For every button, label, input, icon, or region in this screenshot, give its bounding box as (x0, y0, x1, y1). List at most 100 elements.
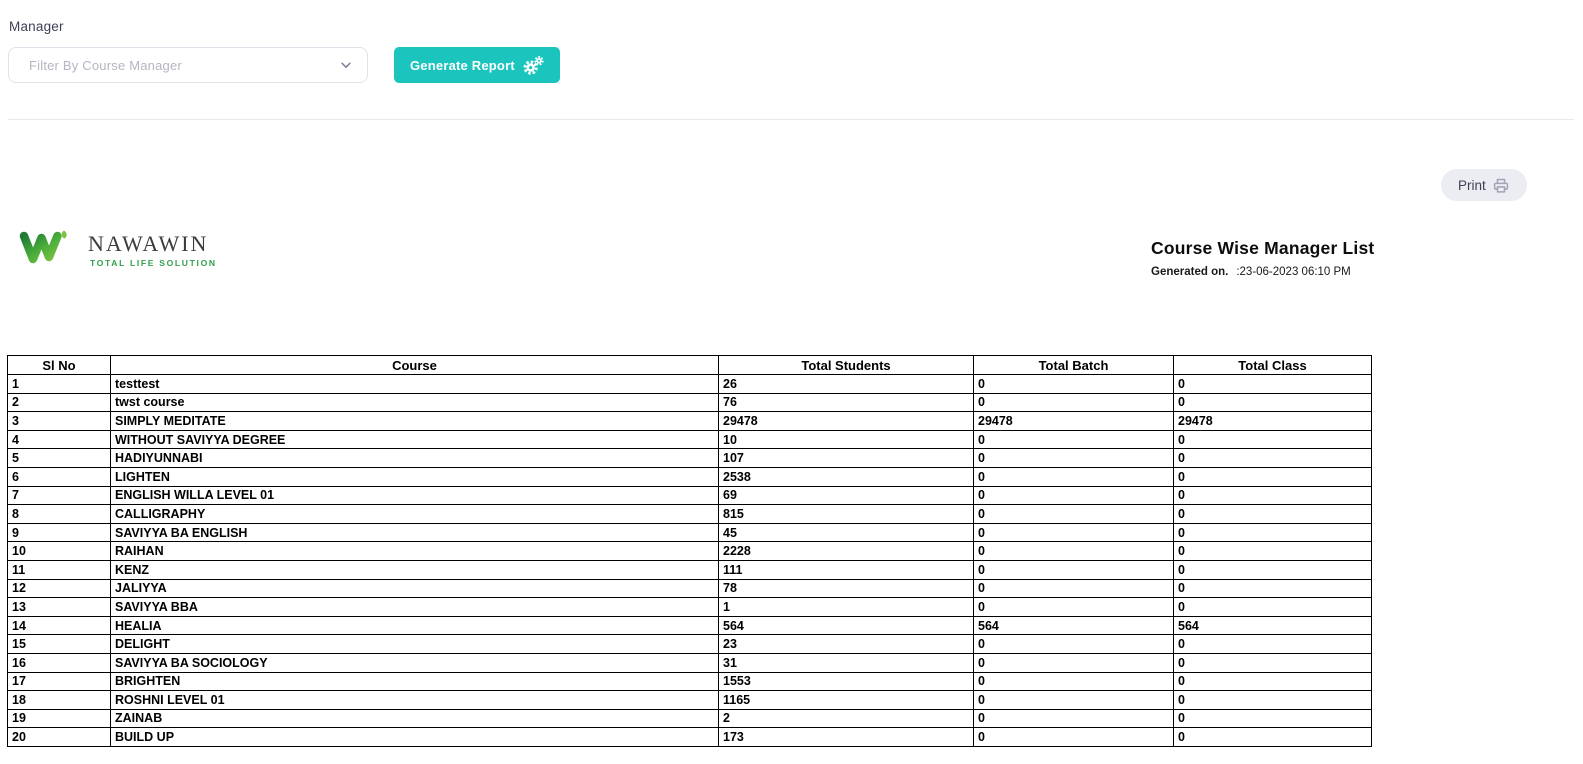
table-cell: ENGLISH WILLA LEVEL 01 (111, 486, 719, 505)
table-cell: 0 (1174, 375, 1372, 394)
table-row: 13SAVIYYA BBA100 (8, 598, 1372, 617)
table-cell: 0 (1174, 728, 1372, 747)
table-cell: 0 (974, 653, 1174, 672)
table-header-row: Sl No Course Total Students Total Batch … (8, 356, 1372, 375)
company-logo: NAWAWIN TOTAL LIFE SOLUTION (16, 225, 217, 269)
column-header-total-students: Total Students (719, 356, 974, 375)
printer-icon (1492, 177, 1510, 194)
table-cell: 29478 (719, 412, 974, 431)
table-cell: 69 (719, 486, 974, 505)
chevron-down-icon (339, 58, 353, 72)
course-manager-dropdown[interactable]: Filter By Course Manager (8, 47, 368, 83)
table-row: 14HEALIA564564564 (8, 616, 1372, 635)
print-label: Print (1458, 178, 1486, 193)
table-cell: CALLIGRAPHY (111, 505, 719, 524)
table-cell: 78 (719, 579, 974, 598)
table-cell: 0 (1174, 542, 1372, 561)
table-cell: 0 (974, 505, 1174, 524)
table-cell: 1553 (719, 672, 974, 691)
print-button[interactable]: Print (1441, 169, 1527, 201)
table-cell: 0 (974, 560, 1174, 579)
generated-on-value: :23-06-2023 06:10 PM (1236, 266, 1350, 278)
table-cell: 564 (974, 616, 1174, 635)
table-cell: 0 (1174, 430, 1372, 449)
table-cell: HADIYUNNABI (111, 449, 719, 468)
table-row: 15DELIGHT2300 (8, 635, 1372, 654)
table-cell: 0 (974, 375, 1174, 394)
table-cell: 12 (8, 579, 111, 598)
table-row: 5HADIYUNNABI10700 (8, 449, 1372, 468)
table-cell: 1165 (719, 691, 974, 710)
logo-name: NAWAWIN (88, 233, 217, 255)
table-cell: 0 (974, 598, 1174, 617)
table-row: 2twst course7600 (8, 393, 1372, 412)
course-report-table: Sl No Course Total Students Total Batch … (7, 355, 1372, 747)
table-row: 20BUILD UP17300 (8, 728, 1372, 747)
table-cell: 18 (8, 691, 111, 710)
table-cell: 564 (719, 616, 974, 635)
generated-on: Generated on.:23-06-2023 06:10 PM (1151, 266, 1374, 278)
table-cell: 0 (1174, 523, 1372, 542)
table-cell: 0 (1174, 672, 1372, 691)
table-cell: 3 (8, 412, 111, 431)
table-row: 1testtest2600 (8, 375, 1372, 394)
table-cell: 2 (8, 393, 111, 412)
table-cell: HEALIA (111, 616, 719, 635)
table-row: 17BRIGHTEN155300 (8, 672, 1372, 691)
table-cell: RAIHAN (111, 542, 719, 561)
generate-report-button[interactable]: Generate Report (394, 47, 560, 83)
table-cell: SAVIYYA BBA (111, 598, 719, 617)
table-cell: 9 (8, 523, 111, 542)
table-cell: 0 (974, 691, 1174, 710)
table-cell: 0 (1174, 505, 1372, 524)
table-cell: 0 (1174, 709, 1372, 728)
table-row: 18ROSHNI LEVEL 01116500 (8, 691, 1372, 710)
table-cell: 31 (719, 653, 974, 672)
cogs-icon (523, 56, 544, 75)
table-cell: 0 (974, 542, 1174, 561)
table-cell: 29478 (1174, 412, 1372, 431)
column-header-total-batch: Total Batch (974, 356, 1174, 375)
table-cell: SAVIYYA BA SOCIOLOGY (111, 653, 719, 672)
table-cell: 0 (1174, 635, 1372, 654)
table-cell: 0 (974, 523, 1174, 542)
table-cell: LIGHTEN (111, 467, 719, 486)
table-row: 7ENGLISH WILLA LEVEL 016900 (8, 486, 1372, 505)
table-row: 8CALLIGRAPHY81500 (8, 505, 1372, 524)
table-cell: 0 (1174, 560, 1372, 579)
column-header-sl-no: Sl No (8, 356, 111, 375)
table-cell: 1 (719, 598, 974, 617)
table-cell: 107 (719, 449, 974, 468)
table-cell: 0 (1174, 486, 1372, 505)
table-cell: 19 (8, 709, 111, 728)
table-cell: 564 (1174, 616, 1372, 635)
table-cell: 0 (974, 467, 1174, 486)
table-cell: 0 (974, 393, 1174, 412)
table-cell: 0 (974, 709, 1174, 728)
table-cell: 10 (8, 542, 111, 561)
report-table-body: 1testtest26002twst course76003SIMPLY MED… (8, 375, 1372, 747)
table-cell: 76 (719, 393, 974, 412)
table-cell: 6 (8, 467, 111, 486)
table-row: 16SAVIYYA BA SOCIOLOGY3100 (8, 653, 1372, 672)
table-cell: 13 (8, 598, 111, 617)
table-cell: 45 (719, 523, 974, 542)
table-cell: 0 (974, 449, 1174, 468)
table-row: 10RAIHAN222800 (8, 542, 1372, 561)
section-divider (8, 119, 1574, 120)
column-header-course: Course (111, 356, 719, 375)
table-cell: 0 (974, 430, 1174, 449)
dropdown-placeholder-text: Filter By Course Manager (29, 58, 339, 73)
table-cell: JALIYYA (111, 579, 719, 598)
table-cell: 2 (719, 709, 974, 728)
table-cell: 17 (8, 672, 111, 691)
table-cell: 0 (1174, 449, 1372, 468)
table-cell: 0 (1174, 691, 1372, 710)
table-cell: 10 (719, 430, 974, 449)
logo-mark-icon (16, 225, 80, 269)
table-cell: 111 (719, 560, 974, 579)
table-cell: BRIGHTEN (111, 672, 719, 691)
table-cell: 2228 (719, 542, 974, 561)
table-cell: 11 (8, 560, 111, 579)
table-cell: 29478 (974, 412, 1174, 431)
